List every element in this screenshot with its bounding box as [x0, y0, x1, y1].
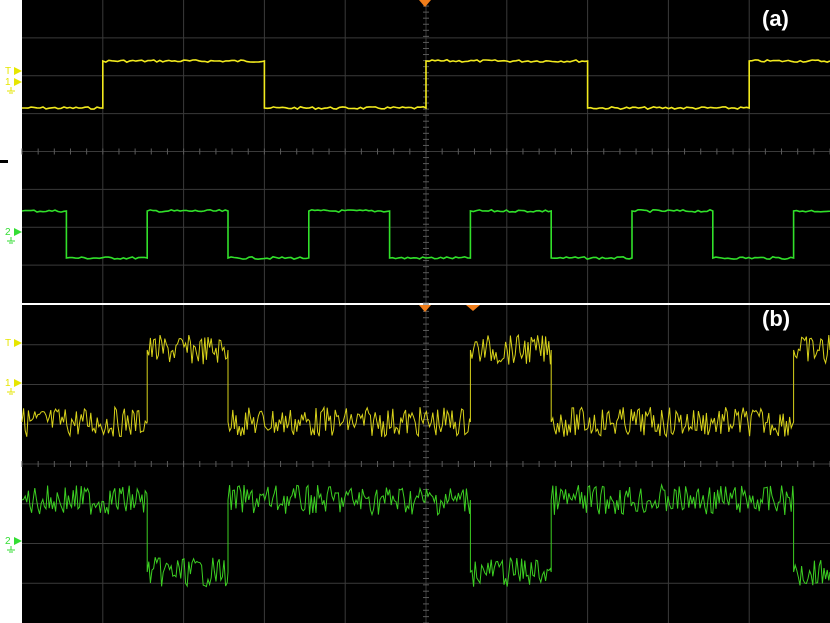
marker-arrow-icon [14, 339, 22, 347]
left-edge-tick [0, 160, 8, 163]
marker-arrow-icon [14, 67, 22, 75]
oscilloscope-figure: T12 (a) T12 (b) [0, 0, 830, 623]
marker-arrow-icon [14, 78, 22, 86]
panel-b-label: (b) [762, 306, 790, 331]
panel-b: T 1 2 (b) [5, 304, 830, 623]
channel-2-ground-marker: 2 [5, 227, 22, 244]
trigger-level-marker: T [5, 338, 22, 349]
panel-a-label: (a) [762, 6, 789, 31]
marker-label: 1 [5, 77, 11, 88]
trigger-level-marker: T [5, 66, 22, 77]
panel-a: T1 2 (a) [5, 0, 830, 304]
channel-2-ground-marker: 2 [5, 536, 22, 553]
marker-label: 1 [5, 378, 11, 389]
marker-label: 2 [5, 536, 11, 547]
marker-label: T [5, 66, 11, 77]
channel-1-ground-marker: 1 [5, 378, 22, 395]
marker-label: 2 [5, 227, 11, 238]
marker-arrow-icon [14, 537, 22, 545]
marker-label: T [5, 338, 11, 349]
channel-1-ground-marker: 1 [5, 77, 22, 94]
marker-arrow-icon [14, 228, 22, 236]
marker-arrow-icon [14, 379, 22, 387]
